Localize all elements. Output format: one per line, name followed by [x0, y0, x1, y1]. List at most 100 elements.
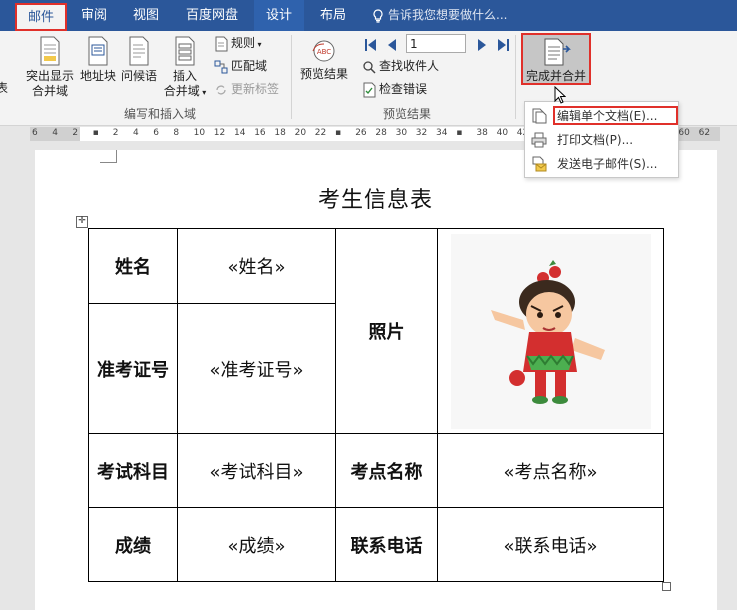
greeting-line-icon [129, 36, 149, 66]
menu-item-label: 编辑单个文档(E)... [557, 109, 658, 123]
match-fields-button[interactable]: 匹配域 [214, 56, 267, 76]
rules-label: 规则 [231, 36, 256, 50]
find-recipient-button[interactable]: 查找收件人 [362, 56, 439, 76]
next-record-icon[interactable] [475, 37, 489, 53]
first-record-icon[interactable] [364, 37, 378, 53]
check-errors-icon [363, 82, 376, 97]
ruler-tick-label: 2 [112, 128, 119, 138]
greeting-line-label: 问候语 [120, 69, 157, 83]
menu-item-send-email[interactable]: 发送电子邮件(S)... [525, 152, 678, 176]
tab-design[interactable]: 设计 [254, 0, 304, 31]
finish-and-merge-button[interactable]: 完成并合并 [521, 33, 591, 85]
record-number-input[interactable]: 1 [406, 34, 466, 53]
tab-layout[interactable]: 布局 [309, 0, 357, 31]
email-icon [532, 156, 547, 172]
ribbon-tab-bar: 邮件 审阅 视图 百度网盘 设计 布局 告诉我您想要做什么... [0, 0, 737, 31]
name-label-cell[interactable]: 姓名 [88, 228, 178, 304]
address-block-label: 地址块 [80, 69, 117, 83]
greeting-line-button[interactable]: 问候语 [120, 35, 158, 84]
finish-merge-label: 完成并合并 [525, 69, 586, 83]
group-separator [291, 35, 292, 119]
highlight-fields-icon [40, 36, 60, 66]
ruler-tick-label: 4 [52, 128, 58, 138]
match-fields-icon [214, 60, 228, 73]
table-resize-handle[interactable] [662, 582, 671, 591]
match-fields-label: 匹配域 [231, 59, 268, 73]
id-label-cell[interactable]: 准考证号 [88, 303, 178, 434]
rules-button[interactable]: 规则 ▾ [214, 33, 262, 53]
document-title: 考生信息表 [317, 188, 433, 213]
subject-label-cell[interactable]: 考试科目 [88, 433, 178, 508]
tab-mailings[interactable]: 邮件 [15, 3, 67, 31]
check-errors-button[interactable]: 检查错误 [362, 79, 427, 99]
ruler-tick-label: 20 [294, 128, 307, 138]
ruler-tick-label: 6 [153, 128, 159, 138]
tab-baidu-netdisk[interactable]: 百度网盘 [176, 0, 248, 31]
insert-merge-field-button[interactable]: 插入 合并域 ▾ [162, 35, 208, 100]
group-separator [515, 35, 516, 119]
update-labels-label: 更新标签 [231, 82, 280, 96]
update-labels-button[interactable]: 更新标签 [214, 79, 279, 99]
ruler-tick-label: 12 [213, 128, 226, 138]
tab-review[interactable]: 审阅 [71, 0, 117, 31]
site-label-cell[interactable]: 考点名称 [335, 433, 438, 508]
highlight-fields-label: 突出显示 合并域 [25, 69, 74, 98]
table-row: 考试科目 «考试科目» 考点名称 «考点名称» [88, 433, 664, 508]
mouse-pointer-icon [554, 86, 566, 104]
ruler-tick-label: 10 [193, 128, 206, 138]
ruler-tick-label: 6 [32, 128, 38, 138]
ruler-tick-label: 16 [254, 128, 266, 138]
printer-icon [531, 132, 547, 148]
ruler-tick-label: 38 [476, 128, 488, 138]
highlight-merge-fields-button[interactable]: 突出显示 合并域 [24, 35, 76, 99]
score-field-cell[interactable]: «成绩» [177, 507, 336, 582]
address-block-button[interactable]: 地址块 [80, 35, 116, 84]
ribbon-edge-label[interactable]: 表 [0, 81, 8, 96]
table-move-handle[interactable]: ✛ [76, 216, 88, 228]
group-label-insert: 编写和插入域 [123, 107, 196, 121]
address-block-icon [88, 36, 108, 66]
ruler-tick-label: 62 [698, 128, 711, 138]
tell-me-text: 告诉我您想要做什么... [388, 8, 508, 22]
menu-item-print-documents[interactable]: 打印文档(P)... [525, 128, 678, 152]
ruler-tick-label: 32 [415, 128, 428, 138]
phone-field-cell[interactable]: «联系电话» [437, 507, 664, 582]
previous-record-icon[interactable] [385, 37, 399, 53]
menu-item-edit-documents[interactable]: 编辑单个文档(E)... [525, 104, 678, 128]
site-field-cell[interactable]: «考点名称» [437, 433, 664, 508]
cartoon-character-image [450, 233, 651, 429]
ruler-tick-label: 40 [496, 128, 509, 138]
last-record-icon[interactable] [496, 37, 510, 53]
ruler-tick-label: 14 [234, 128, 246, 138]
table-row: 姓名 «姓名» 照片 [88, 228, 664, 434]
tab-view[interactable]: 视图 [122, 0, 170, 31]
id-field-cell[interactable]: «准考证号» [177, 303, 336, 434]
tell-me-search[interactable]: 告诉我您想要做什么... [372, 0, 507, 31]
finish-merge-dropdown: 编辑单个文档(E)... 打印文档(P)... 发送电子邮件(S)... [524, 101, 679, 178]
ruler-tick-label: 2 [72, 128, 79, 138]
ruler-tick-label: 28 [375, 128, 387, 138]
update-labels-icon [216, 85, 226, 94]
ruler-tick-label: 60 [678, 128, 690, 138]
ruler-tick-label: ▪ [92, 128, 99, 138]
group-label-preview: 预览结果 [382, 107, 431, 121]
ruler-tick-label: ▪ [335, 128, 342, 138]
chevron-down-icon: ▾ [199, 88, 207, 97]
finish-merge-icon [544, 38, 571, 66]
name-field-cell[interactable]: «姓名» [177, 228, 336, 304]
info-table: 姓名 «姓名» 照片 准考证号 «准考证号» 考试科目 «考试科目» 考点名称 … [88, 228, 664, 582]
menu-item-label: 发送电子邮件(S)... [557, 157, 658, 171]
svg-text:ABC: ABC [317, 48, 331, 56]
ruler-tick-label: 26 [355, 128, 367, 138]
preview-results-button[interactable]: ABC 预览结果 [297, 39, 351, 82]
photo-label-cell[interactable]: 照片 [335, 228, 438, 434]
photo-cell[interactable] [437, 228, 664, 434]
preview-results-icon: ABC [312, 40, 335, 62]
subject-field-cell[interactable]: «考试科目» [177, 433, 336, 508]
score-label-cell[interactable]: 成绩 [88, 507, 178, 582]
ruler-tick-label: ▪ [456, 128, 463, 138]
check-errors-label: 检查错误 [379, 82, 428, 96]
phone-label-cell[interactable]: 联系电话 [335, 507, 438, 582]
margin-corner-mark [100, 150, 117, 163]
ruler-tick-label: 4 [133, 128, 139, 138]
